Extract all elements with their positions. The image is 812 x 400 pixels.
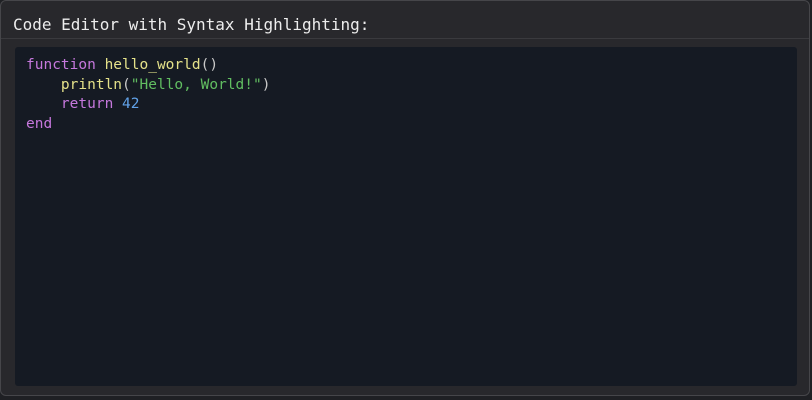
number-literal-token: 42: [122, 96, 140, 112]
punctuation-token: (: [122, 76, 131, 93]
punctuation-token: ): [261, 76, 271, 93]
code-line[interactable]: println("Hello, World!"): [26, 76, 271, 96]
function-name-token: hello_world: [104, 57, 201, 73]
code-area[interactable]: function hello_world() println("Hello, W…: [26, 56, 270, 134]
code-line[interactable]: end: [26, 115, 270, 135]
keyword-token: return: [60, 96, 114, 112]
keyword-token: function: [26, 57, 96, 73]
title-bar: Code Editor with Syntax Highlighting:: [1, 1, 809, 39]
editor-window: Code Editor with Syntax Highlighting: fu…: [0, 0, 810, 396]
code-editor[interactable]: function hello_world() println("Hello, W…: [15, 47, 797, 386]
keyword-token: end: [26, 115, 53, 132]
string-literal-token: "Hello, World!": [130, 76, 262, 93]
code-line[interactable]: return 42: [26, 95, 270, 115]
function-name-token: println: [60, 76, 123, 93]
window-title: Code Editor with Syntax Highlighting:: [13, 15, 370, 34]
code-line[interactable]: function hello_world(): [26, 56, 270, 76]
punctuation-token: (): [200, 57, 219, 73]
